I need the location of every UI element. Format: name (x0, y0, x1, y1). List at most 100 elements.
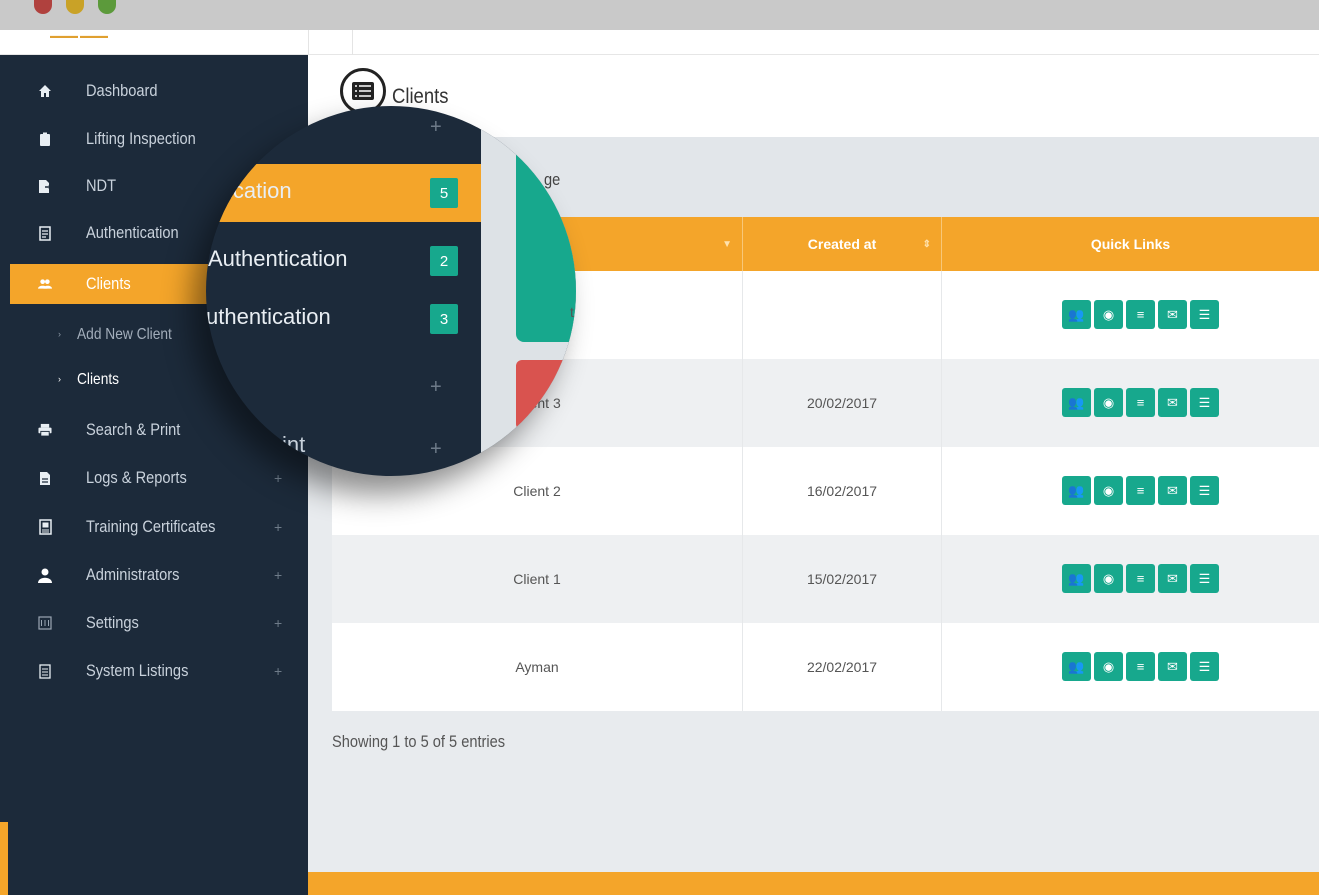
sidebar-item-training-certificates[interactable]: Training Certificates + (0, 507, 308, 547)
users-icon[interactable]: 👥 (1062, 476, 1091, 505)
expand-plus-icon[interactable]: + (274, 470, 282, 486)
table-icon[interactable]: ☰ (1190, 476, 1219, 505)
users-icon[interactable]: 👥 (1062, 564, 1091, 593)
header-divider (308, 30, 309, 55)
client-name-cell: Client 1 (513, 571, 561, 587)
magnified-sidebar-item: ication 5 (206, 164, 481, 222)
magnifier-lens: + ication 5 Authentication 2 uthenticati… (206, 106, 576, 476)
magnified-label: uthentication (206, 304, 331, 329)
sidebar-item-label: Administrators (86, 565, 180, 584)
magnified-label: Authentication (208, 246, 348, 271)
minimize-window-dot[interactable] (66, 0, 84, 14)
clipboard-icon (38, 131, 52, 147)
file-text-icon (38, 225, 52, 241)
envelope-icon[interactable]: ✉ (1158, 388, 1187, 417)
column-header-quick-links: Quick Links (942, 217, 1319, 271)
sidebar-item-label: Clients (86, 274, 131, 293)
sidebar-item-label: NDT (86, 176, 117, 195)
expand-plus-icon: + (430, 376, 442, 398)
created-at-cell: 20/02/2017 (806, 395, 878, 411)
envelope-icon[interactable]: ✉ (1158, 652, 1187, 681)
maximize-window-dot[interactable] (98, 0, 116, 14)
expand-plus-icon[interactable]: + (274, 567, 282, 583)
sidebar-item-dashboard[interactable]: Dashboard (0, 71, 308, 111)
sidebar-item-label: Logs & Reports (86, 468, 187, 487)
globe-icon[interactable]: ◉ (1094, 300, 1123, 329)
column-header-label: Quick Links (1090, 236, 1171, 252)
expand-plus-icon: + (430, 116, 442, 138)
sidebar-item-lifting-inspection[interactable]: Lifting Inspection (0, 119, 308, 159)
count-badge: 3 (430, 304, 458, 334)
sidebar-item-label: System Listings (86, 661, 189, 680)
created-at-cell: 16/02/2017 (806, 483, 878, 499)
magnified-submenu-item: Authentication 2 (206, 232, 481, 290)
page-footer (308, 872, 1319, 895)
magnified-cell-text: nt 3 (538, 396, 562, 412)
list-icon[interactable]: ≡ (1126, 388, 1155, 417)
chevron-right-icon: › (58, 374, 61, 384)
quick-links: 👥 ◉ ≡ ✉ ☰ (1062, 476, 1219, 505)
expand-plus-icon[interactable]: + (274, 663, 282, 679)
expand-plus-icon[interactable]: + (274, 519, 282, 535)
table-row[interactable]: Ayman 22/02/2017 👥 ◉ ≡ ✉ ☰ (332, 623, 1319, 711)
brand-strip: ▬▬▬▬ ▬▬▬▬ (0, 30, 1319, 55)
chevron-right-icon: › (58, 329, 61, 339)
envelope-icon[interactable]: ✉ (1158, 564, 1187, 593)
home-icon (38, 83, 52, 99)
expand-plus-icon[interactable]: + (274, 615, 282, 631)
users-icon[interactable]: 👥 (1062, 388, 1091, 417)
sidebar-item-label: Training Certificates (86, 517, 216, 536)
table-row[interactable]: Client 1 15/02/2017 👥 ◉ ≡ ✉ ☰ (332, 535, 1319, 623)
list-icon[interactable]: ≡ (1126, 476, 1155, 505)
count-badge: 5 (430, 178, 458, 208)
table-icon[interactable]: ☰ (1190, 388, 1219, 417)
users-icon (38, 276, 52, 292)
table-icon[interactable]: ☰ (1190, 652, 1219, 681)
quick-links: 👥 ◉ ≡ ✉ ☰ (1062, 300, 1219, 329)
quick-links: 👥 ◉ ≡ ✉ ☰ (1062, 388, 1219, 417)
count-badge: 2 (430, 246, 458, 276)
brand-logo-fragment: ▬▬▬▬ ▬▬▬▬ (50, 33, 108, 40)
cell-divider (941, 623, 942, 711)
globe-icon[interactable]: ◉ (1094, 388, 1123, 417)
sidebar-item-label: Dashboard (86, 81, 158, 100)
user-icon (38, 567, 52, 583)
magnified-submenu-item: uthentication 3 (206, 290, 481, 348)
envelope-icon[interactable]: ✉ (1158, 300, 1187, 329)
column-header-created-at[interactable]: Created at ⇕ (743, 217, 941, 271)
sidebar-item-settings[interactable]: Settings + (0, 603, 308, 643)
sort-both-icon: ⇕ (922, 238, 931, 250)
list-icon[interactable]: ≡ (1126, 564, 1155, 593)
sidebar-item-clients[interactable]: Clients (10, 264, 215, 304)
magnified-label: ication (228, 178, 292, 203)
cell-divider (941, 271, 942, 359)
users-icon[interactable]: 👥 (1062, 652, 1091, 681)
globe-icon[interactable]: ◉ (1094, 652, 1123, 681)
list-icon[interactable]: ≡ (1126, 300, 1155, 329)
sidebar-item-system-listings[interactable]: System Listings + (0, 651, 308, 691)
settings-icon (38, 615, 52, 631)
globe-icon[interactable]: ◉ (1094, 564, 1123, 593)
sidebar-item-label: Settings (86, 613, 139, 632)
created-at-cell: 22/02/2017 (806, 659, 878, 675)
users-icon[interactable]: 👥 (1062, 300, 1091, 329)
file-export-icon (38, 178, 52, 194)
cell-divider (941, 447, 942, 535)
table-icon[interactable]: ☰ (1190, 564, 1219, 593)
close-window-dot[interactable] (34, 0, 52, 14)
header-divider (352, 30, 353, 55)
sort-down-icon: ▼ (722, 238, 732, 250)
envelope-icon[interactable]: ✉ (1158, 476, 1187, 505)
magnified-red-block (516, 360, 576, 430)
footer-accent-edge (0, 822, 8, 895)
sidebar-item-administrators[interactable]: Administrators + (0, 555, 308, 595)
window-titlebar (0, 0, 1319, 30)
sidebar-item-logs-reports[interactable]: Logs & Reports + (0, 458, 308, 498)
expand-plus-icon: + (430, 438, 442, 460)
table-info-text: Showing 1 to 5 of 5 entries (332, 732, 506, 751)
table-icon[interactable]: ☰ (1190, 300, 1219, 329)
sidebar-subitem-label: Add New Client (77, 326, 172, 343)
report-icon (38, 470, 52, 486)
globe-icon[interactable]: ◉ (1094, 476, 1123, 505)
list-icon[interactable]: ≡ (1126, 652, 1155, 681)
